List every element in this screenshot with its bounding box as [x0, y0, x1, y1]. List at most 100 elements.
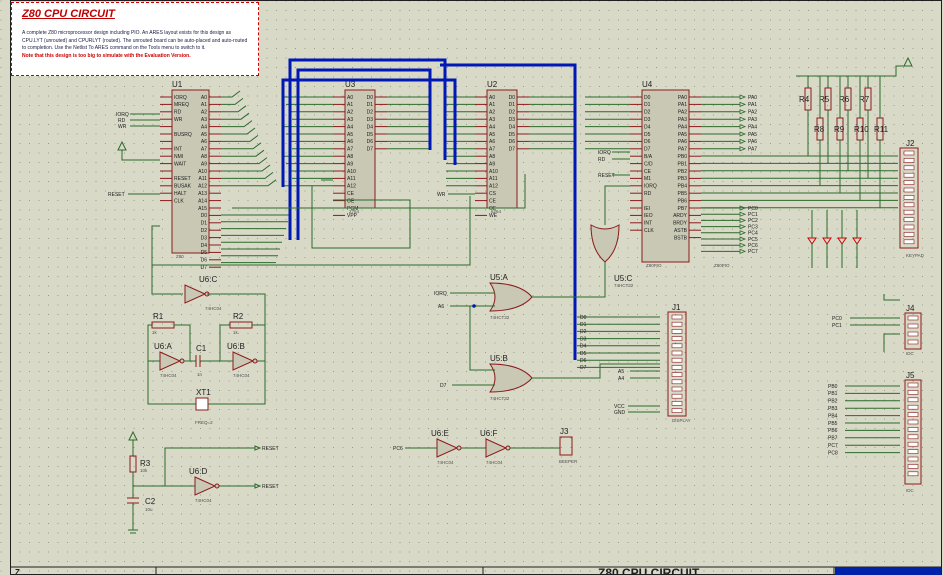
j5-pin[interactable] — [907, 382, 919, 388]
pin-label: D6 — [509, 139, 516, 145]
pin-label: A3 — [489, 117, 495, 123]
pin-label: PB1 — [678, 161, 688, 167]
j5-pin[interactable] — [907, 449, 919, 454]
ref-u6e: U6:E — [431, 429, 449, 438]
j2-pin[interactable] — [903, 217, 915, 222]
value-r1: 1k — [152, 330, 158, 335]
j4-pin[interactable] — [907, 331, 919, 337]
j5-pin[interactable] — [907, 464, 919, 469]
inverter-bubble — [505, 445, 511, 451]
j1-pin[interactable] — [671, 350, 683, 356]
pin-label: D6 — [201, 258, 208, 264]
j1-pin[interactable] — [671, 365, 683, 370]
net-iorq: IORQ — [434, 291, 447, 297]
pin-label: BRDY — [673, 221, 688, 227]
schematic-canvas[interactable]: Z Z80 CPU CIRCUIT U1Z80IORQMREQRDWRBUSRQ… — [0, 0, 944, 575]
pa-port-label: PA6 — [748, 139, 757, 145]
pc-port-label: PC4 — [748, 231, 758, 237]
j4-pin[interactable] — [907, 323, 919, 329]
j1-pin[interactable] — [671, 336, 683, 341]
pin-label: PB4 — [678, 184, 688, 190]
pin-label: A12 — [198, 184, 207, 190]
j2-pin[interactable] — [903, 232, 915, 237]
j1-pin[interactable] — [671, 372, 683, 377]
j5-pin[interactable] — [907, 412, 919, 417]
value-r3: 10k — [140, 468, 148, 473]
pin-label: A14 — [198, 198, 207, 204]
pin-label: A7 — [201, 147, 207, 153]
pin-label: D3 — [201, 235, 208, 241]
pin-label: BUSRQ — [174, 132, 192, 138]
j5-pin[interactable] — [907, 471, 919, 477]
j5-pin[interactable] — [907, 390, 919, 395]
ref-r1: R1 — [153, 312, 164, 321]
value-u1: Z80 — [176, 254, 184, 259]
pin-label: D2 — [201, 228, 208, 234]
j2-pin[interactable] — [903, 180, 915, 185]
pin-label: NMI — [174, 154, 183, 160]
j1-pin[interactable] — [671, 357, 683, 363]
pin-label: A5 — [347, 132, 353, 138]
schematic-sheet[interactable]: Z Z80 CPU CIRCUIT U1 Z80 IORQ MREQ RD WR BUSRQ… — [0, 0, 944, 575]
j2-pin[interactable] — [903, 187, 915, 193]
net-a6: A6 — [438, 304, 444, 310]
j5-pin[interactable] — [907, 456, 919, 462]
j1-pin[interactable] — [671, 329, 683, 334]
net-pc1: PC1 — [832, 323, 842, 329]
j1-pin[interactable] — [671, 343, 683, 349]
display-pin-label: D5 — [580, 351, 587, 357]
j2-pin[interactable] — [903, 224, 915, 230]
pa-port-label: PA5 — [748, 132, 757, 138]
j2-pin[interactable] — [903, 172, 915, 178]
crystal-xt1[interactable] — [195, 397, 209, 411]
j2-pin[interactable] — [903, 209, 915, 215]
pin-label: D5 — [509, 132, 516, 138]
pin-label: WE — [489, 213, 498, 219]
pin-label: PA6 — [678, 139, 687, 145]
j1-pin[interactable] — [671, 314, 683, 320]
pin-label: A10 — [198, 169, 207, 175]
j1-pin[interactable] — [671, 379, 683, 385]
j5-pin[interactable] — [907, 441, 919, 447]
j4-pin[interactable] — [907, 315, 919, 321]
ref-u5b: U5:B — [490, 354, 508, 363]
pin-label: A1 — [347, 102, 353, 108]
net-wr-u1: WR — [118, 124, 127, 130]
j2-pin[interactable] — [903, 195, 915, 200]
pin-label: MREQ — [174, 102, 189, 108]
j5-pin[interactable] — [907, 434, 919, 440]
pin-label: A2 — [201, 110, 207, 116]
design-note: Note that this design is too big to simu… — [22, 52, 191, 59]
net-gnd: GND — [614, 410, 626, 416]
j5-port-label: PC7 — [828, 443, 838, 449]
j1-pin[interactable] — [671, 393, 683, 399]
ref-u1: U1 — [172, 80, 183, 89]
j2-pin[interactable] — [903, 165, 915, 171]
j2-pin[interactable] — [903, 158, 915, 163]
j1-pin[interactable] — [671, 321, 683, 327]
j5-pin[interactable] — [907, 397, 919, 403]
pin-label: D4 — [367, 124, 374, 130]
j4-pin[interactable] — [907, 339, 919, 345]
j2-pin[interactable] — [903, 239, 915, 245]
pin-label: PB5 — [678, 191, 688, 197]
j1-pin[interactable] — [671, 386, 683, 392]
j2-pin[interactable] — [903, 202, 915, 208]
j2-pin[interactable] — [903, 150, 915, 156]
value-u5a: 74HCT32 — [490, 315, 510, 320]
pa-port-label: PA0 — [748, 95, 757, 101]
j5-pin[interactable] — [907, 419, 919, 425]
inverter-bubble — [214, 483, 220, 489]
pin-label: A5 — [489, 132, 495, 138]
j1-pin[interactable] — [671, 408, 683, 413]
value-u6d: 74HC04 — [195, 498, 212, 503]
j1-pin[interactable] — [671, 401, 683, 406]
pin-label: A15 — [198, 206, 207, 212]
pin-label: D6 — [367, 139, 374, 145]
ref-c2: C2 — [145, 497, 156, 506]
pa-port-label: PA2 — [748, 110, 757, 116]
j5-pin[interactable] — [907, 404, 919, 410]
ref-xt1: XT1 — [196, 388, 211, 397]
net-pc0: PC0 — [832, 316, 842, 322]
j5-pin[interactable] — [907, 427, 919, 432]
